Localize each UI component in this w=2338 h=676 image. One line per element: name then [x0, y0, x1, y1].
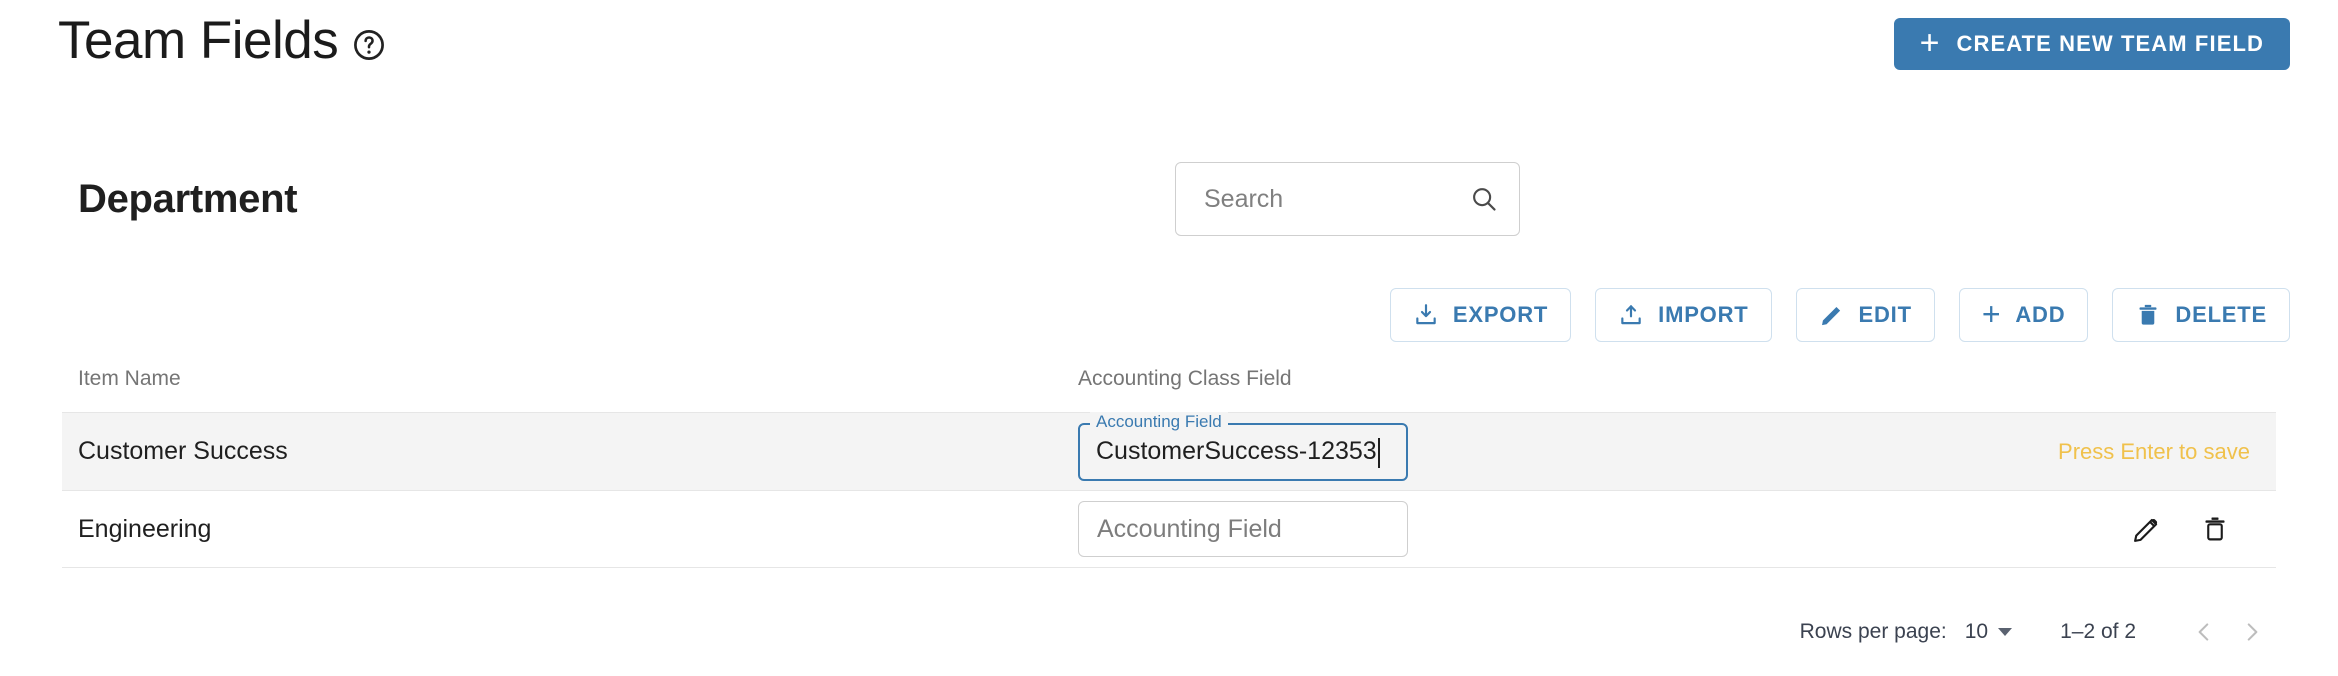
rows-per-page-label: Rows per page:: [1800, 620, 1947, 644]
press-enter-to-save-hint: Press Enter to save: [1938, 439, 2276, 465]
edit-button[interactable]: EDIT: [1796, 288, 1935, 342]
search-input[interactable]: [1202, 184, 1469, 215]
help-circle-icon[interactable]: [352, 28, 386, 62]
team-fields-table: Item Name Accounting Class Field Custome…: [62, 368, 2276, 568]
page-title-group: Team Fields: [58, 14, 386, 67]
add-button[interactable]: + ADD: [1959, 288, 2089, 342]
delete-label: DELETE: [2175, 302, 2267, 328]
accounting-field-input[interactable]: [1095, 514, 1391, 545]
pagination-range: 1–2 of 2: [2060, 620, 2136, 644]
column-header-item-name: Item Name: [78, 368, 1078, 390]
cell-item-name: Customer Success: [78, 437, 1078, 466]
section-header: Department 2 Items: [0, 168, 2338, 230]
edit-row-button[interactable]: [2132, 514, 2162, 544]
section-title: Department: [78, 168, 297, 230]
table-header-row: Item Name Accounting Class Field: [62, 368, 2276, 412]
chevron-down-icon: [1998, 628, 2012, 636]
trash-icon: [2135, 302, 2161, 328]
rows-per-page-select[interactable]: 10: [1965, 620, 2012, 644]
cell-accounting-field: Accounting Field CustomerSuccess-12353: [1078, 423, 1938, 481]
edit-label: EDIT: [1859, 302, 1912, 328]
search-icon[interactable]: [1469, 184, 1499, 214]
export-button[interactable]: EXPORT: [1390, 288, 1571, 342]
previous-page-button[interactable]: [2180, 608, 2228, 656]
table-row[interactable]: Engineering: [62, 490, 2276, 568]
download-tray-icon: [1413, 302, 1439, 328]
row-actions: [1938, 514, 2276, 544]
upload-tray-icon: [1618, 302, 1644, 328]
create-new-team-field-label: CREATE NEW TEAM FIELD: [1957, 31, 2264, 57]
import-button[interactable]: IMPORT: [1595, 288, 1771, 342]
accounting-field-value: CustomerSuccess-12353: [1096, 437, 1377, 466]
delete-button[interactable]: DELETE: [2112, 288, 2290, 342]
accounting-field-editor[interactable]: [1078, 501, 1408, 557]
rows-per-page-value: 10: [1965, 620, 1988, 644]
team-fields-page: Team Fields + CREATE NEW TEAM FIELD Depa…: [0, 0, 2338, 676]
page-header: Team Fields + CREATE NEW TEAM FIELD: [0, 0, 2338, 80]
search-box[interactable]: [1175, 162, 1520, 236]
table-toolbar: EXPORT IMPORT EDIT + ADD: [1390, 288, 2290, 342]
pagination: Rows per page: 10 1–2 of 2: [1800, 608, 2276, 656]
create-new-team-field-button[interactable]: + CREATE NEW TEAM FIELD: [1894, 18, 2290, 70]
export-label: EXPORT: [1453, 302, 1548, 328]
cell-accounting-field: [1078, 501, 1938, 557]
accounting-field-floating-label: Accounting Field: [1090, 412, 1228, 432]
add-label: ADD: [2015, 302, 2065, 328]
column-header-accounting-class-field: Accounting Class Field: [1078, 368, 1938, 390]
next-page-button[interactable]: [2228, 608, 2276, 656]
table-row[interactable]: Customer Success Accounting Field Custom…: [62, 412, 2276, 490]
cell-item-name: Engineering: [78, 515, 1078, 544]
accounting-field-value-group: CustomerSuccess-12353: [1096, 437, 1380, 467]
page-title: Team Fields: [58, 14, 338, 67]
pencil-icon: [1819, 302, 1845, 328]
delete-row-button[interactable]: [2200, 514, 2230, 544]
import-label: IMPORT: [1658, 302, 1748, 328]
text-caret: [1378, 438, 1380, 468]
accounting-field-input-box[interactable]: [1078, 501, 1408, 557]
accounting-field-editor[interactable]: Accounting Field CustomerSuccess-12353: [1078, 423, 1408, 481]
